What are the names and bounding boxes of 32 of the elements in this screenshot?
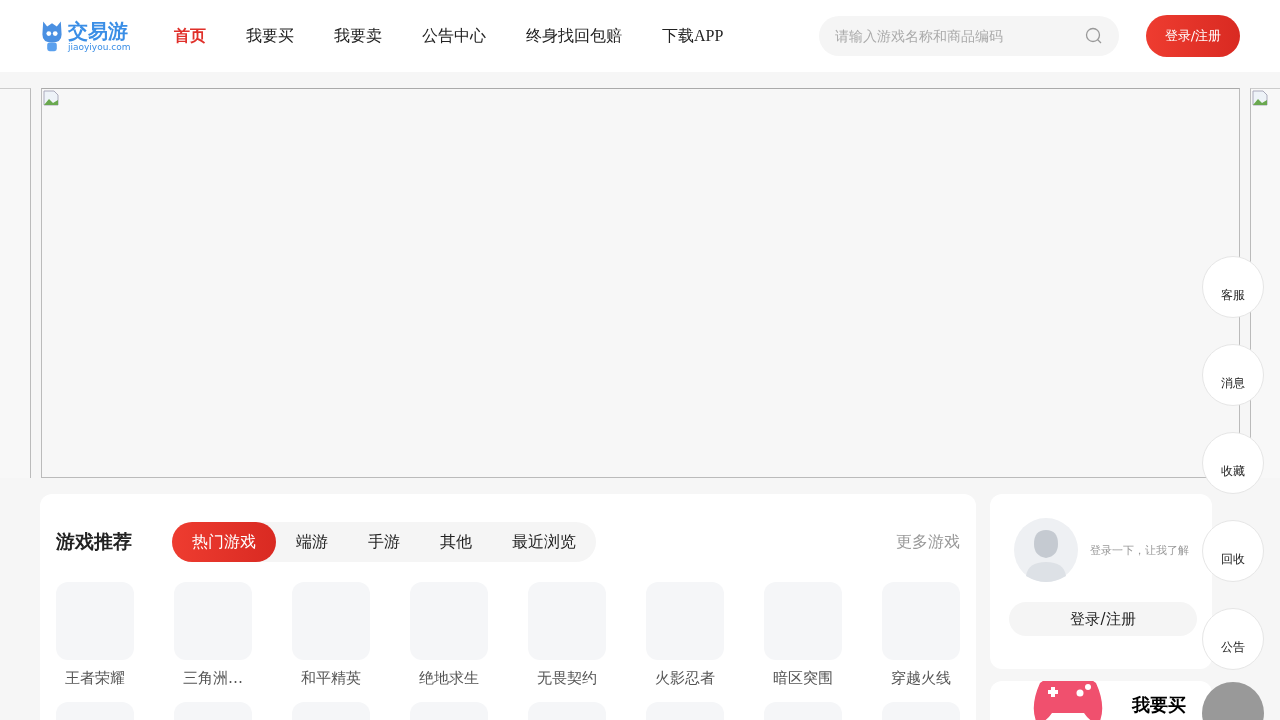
search-icon[interactable] xyxy=(1085,27,1103,45)
game-name[interactable]: 绝地求生 xyxy=(419,669,479,688)
search-field[interactable]: 请输入游戏名称和商品编码 xyxy=(819,16,1119,56)
logo-domain: jiaoyiyou.com xyxy=(68,41,131,53)
game-name[interactable]: 穿越火线 xyxy=(891,669,951,688)
game-name[interactable]: 王者荣耀 xyxy=(65,669,125,688)
nav-link[interactable]: 公告中心 xyxy=(422,25,486,47)
float-button[interactable]: 回收 xyxy=(1202,520,1264,582)
nav-link[interactable]: 我要卖 xyxy=(334,25,382,47)
nav-link[interactable]: 我要买 xyxy=(246,25,294,47)
login-button[interactable]: 登录/注册 xyxy=(1009,602,1197,636)
avatar-icon xyxy=(1014,518,1078,582)
category-tab[interactable]: 手游 xyxy=(348,522,420,562)
game-name[interactable]: 暗区突围 xyxy=(773,669,833,688)
broken-image-icon xyxy=(43,90,59,106)
category-tab[interactable]: 其他 xyxy=(420,522,492,562)
buy-title: 我要买 xyxy=(1132,693,1186,717)
nav-link[interactable]: 下载APP xyxy=(662,25,724,47)
float-button[interactable]: 公告 xyxy=(1202,608,1264,670)
nav-link[interactable]: 终身找回包赔 xyxy=(526,25,622,47)
buy-card[interactable]: 我要买 xyxy=(990,681,1212,720)
game-name[interactable]: 火影忍者 xyxy=(655,669,715,688)
category-tab[interactable]: 最近浏览 xyxy=(492,522,596,562)
login-button[interactable]: 登录/注册 xyxy=(1146,15,1240,57)
game-name[interactable]: 无畏契约 xyxy=(537,669,597,688)
category-tab[interactable]: 热门游戏 xyxy=(172,522,276,562)
category-tab[interactable]: 端游 xyxy=(276,522,348,562)
section-title: 游戏推荐 xyxy=(56,529,133,554)
login-hint: 登录一下，让我了解 xyxy=(1090,542,1189,558)
game-name[interactable]: 三角洲… xyxy=(183,669,243,688)
game-name[interactable]: 和平精英 xyxy=(301,669,361,688)
nav-link[interactable]: 首页 xyxy=(174,25,206,47)
